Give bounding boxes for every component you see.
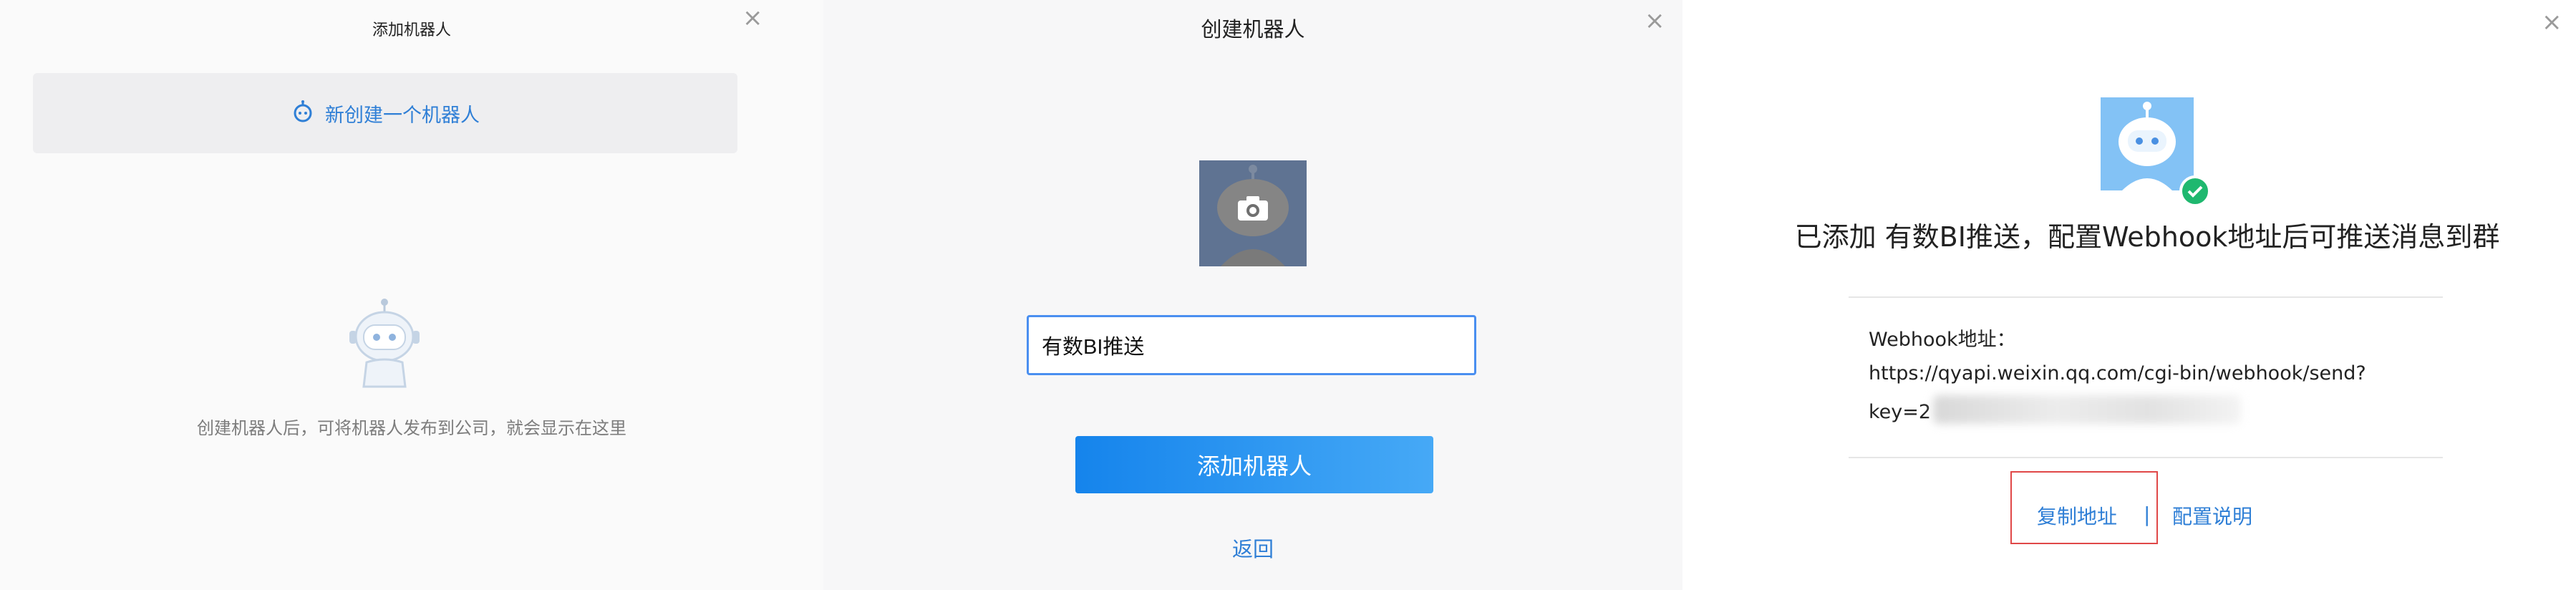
create-new-robot-label: 新创建一个机器人 — [325, 104, 480, 127]
copy-address-link[interactable]: 复制地址 — [2037, 501, 2117, 530]
webhook-url: https://qyapi.weixin.qq.com/cgi-bin/webh… — [1869, 362, 2366, 385]
webhook-label: Webhook地址： — [1869, 329, 2016, 351]
divider — [1849, 296, 2443, 298]
divider — [1849, 457, 2443, 458]
add-robot-button[interactable]: 添加机器人 — [1075, 436, 1433, 493]
camera-icon — [1236, 195, 1269, 225]
close-icon[interactable]: × — [2542, 10, 2562, 34]
redacted-key — [1933, 395, 2241, 424]
robot-avatar — [2101, 97, 2194, 190]
robot-icon — [291, 100, 315, 127]
robot-name-input[interactable] — [1027, 315, 1476, 375]
close-icon[interactable]: × — [1645, 9, 1665, 33]
link-separator: | — [2144, 503, 2151, 526]
close-icon[interactable]: × — [742, 6, 763, 30]
add-robot-panel: 添加机器人 × 新创建一个机器人 创建机器人后，可将机器人发布到公司，就会显示在… — [0, 0, 823, 590]
panel-title: 添加机器人 — [372, 21, 451, 39]
panel-title: 创建机器人 — [1201, 17, 1305, 42]
robot-added-panel: × 已添加 有数BI推送，配置Webhook地址后可推送消息到群 Webhook… — [1718, 0, 2576, 590]
create-robot-panel: 创建机器人 × 添加机器人 返回 — [823, 0, 1682, 590]
avatar-upload[interactable] — [1199, 160, 1307, 266]
config-guide-link[interactable]: 配置说明 — [2172, 501, 2252, 530]
empty-state-text: 创建机器人后，可将机器人发布到公司，就会显示在这里 — [197, 418, 626, 438]
check-icon — [2179, 175, 2211, 207]
create-new-robot-button[interactable]: 新创建一个机器人 — [33, 73, 737, 153]
back-link[interactable]: 返回 — [823, 533, 1682, 563]
webhook-key: key=2 — [1869, 401, 1932, 423]
robot-illustration-icon — [345, 296, 424, 392]
success-headline: 已添加 有数BI推送，配置Webhook地址后可推送消息到群 — [1794, 221, 2500, 253]
